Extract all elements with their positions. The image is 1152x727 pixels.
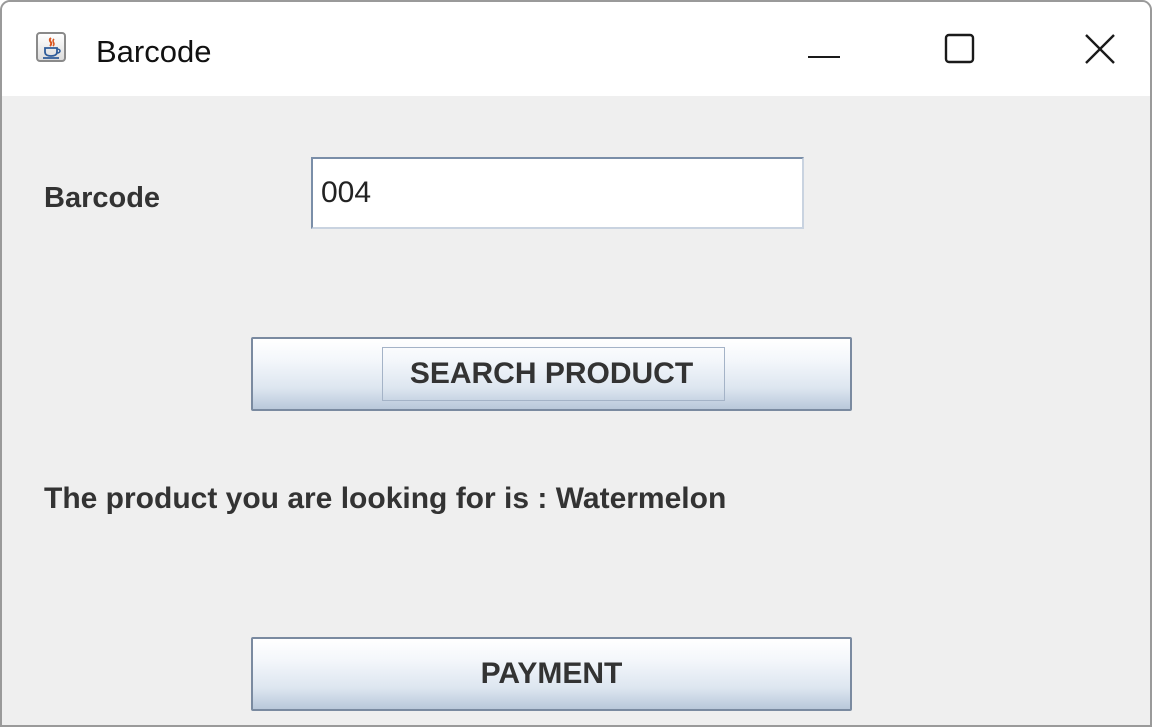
- minimize-icon: [808, 56, 840, 58]
- payment-label: PAYMENT: [480, 657, 623, 690]
- app-window: Barcode Barcode SEARCH PRODUCT The produ…: [0, 0, 1152, 727]
- barcode-input[interactable]: [311, 157, 804, 229]
- barcode-label: Barcode: [44, 182, 161, 214]
- result-text: The product you are looking for is : Wat…: [44, 482, 727, 515]
- java-cup-icon[interactable]: [36, 32, 66, 62]
- close-button[interactable]: [1070, 22, 1130, 82]
- maximize-button[interactable]: [933, 22, 993, 82]
- payment-button[interactable]: PAYMENT: [251, 637, 852, 711]
- close-icon: [1085, 34, 1115, 64]
- search-product-label: SEARCH PRODUCT: [409, 357, 694, 390]
- window-title: Barcode: [96, 34, 212, 69]
- maximize-icon: [944, 33, 975, 64]
- minimize-button[interactable]: [797, 22, 857, 82]
- title-bar[interactable]: Barcode: [2, 2, 1150, 96]
- search-product-button[interactable]: SEARCH PRODUCT: [251, 337, 852, 411]
